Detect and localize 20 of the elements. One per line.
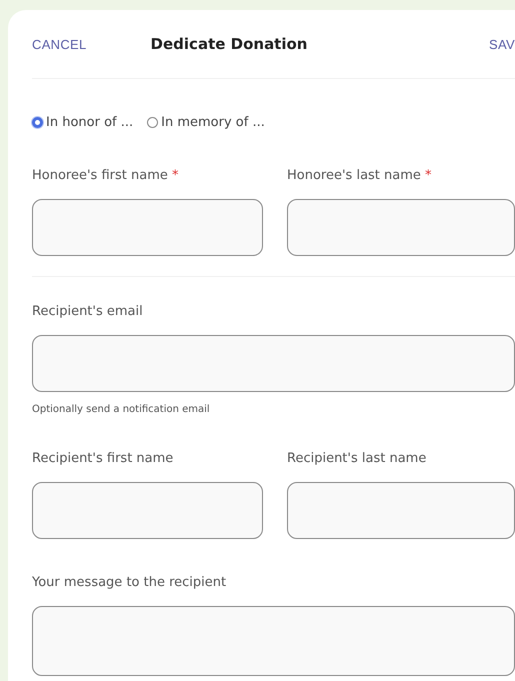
help-text: Optionally send a notification email bbox=[32, 404, 211, 415]
message-field[interactable] bbox=[32, 606, 515, 676]
input-field[interactable] bbox=[32, 335, 515, 392]
radio-option[interactable]: In honor of ... bbox=[32, 115, 134, 130]
field-label: Recipient's first name bbox=[32, 451, 174, 466]
input-field[interactable] bbox=[32, 199, 263, 256]
radio-button[interactable] bbox=[32, 117, 43, 128]
field-label: Recipient's email bbox=[32, 304, 144, 319]
dialog-title: Dedicate Donation bbox=[150, 35, 308, 53]
save-link[interactable]: SAV bbox=[489, 36, 515, 52]
input-field[interactable] bbox=[32, 482, 263, 539]
input-field[interactable] bbox=[287, 199, 515, 256]
cancel-link[interactable]: CANCEL bbox=[32, 36, 87, 52]
radio-button[interactable] bbox=[147, 117, 158, 128]
field-label: Honoree's last name * bbox=[287, 168, 433, 183]
radio-option[interactable]: In memory of ... bbox=[147, 115, 265, 130]
field-label: Your message to the recipient bbox=[32, 575, 228, 590]
field-label: Recipient's last name bbox=[287, 451, 428, 466]
input-field[interactable] bbox=[287, 482, 515, 539]
field-label: Honoree's first name * bbox=[32, 168, 180, 183]
